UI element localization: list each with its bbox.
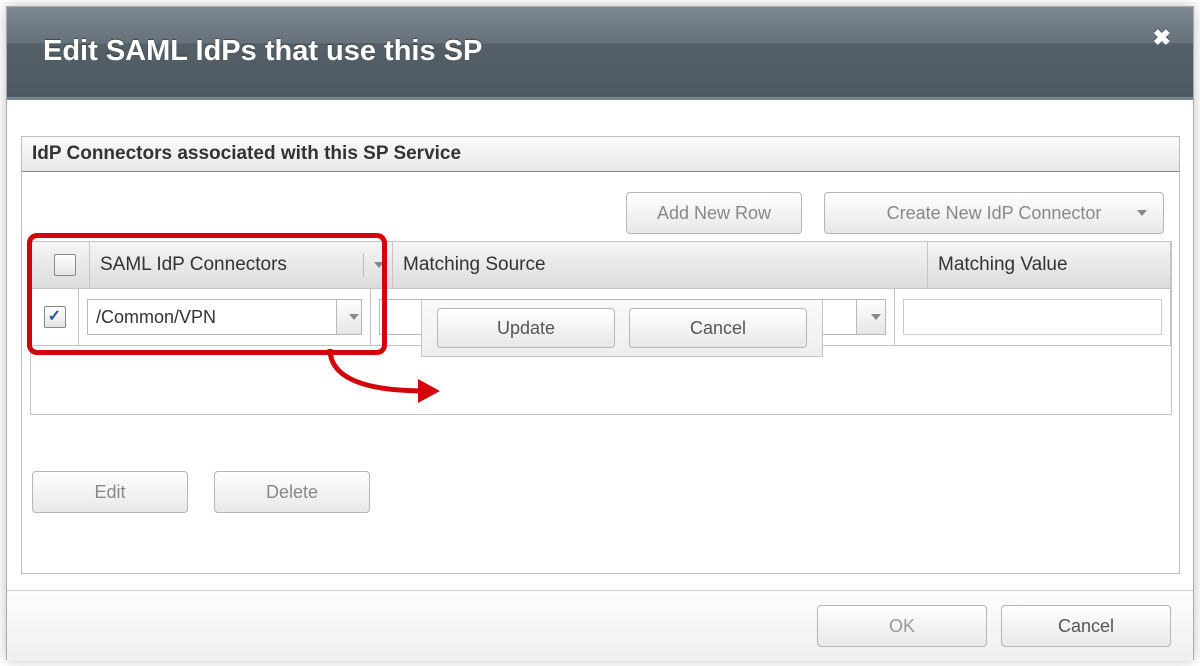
row-cancel-button[interactable]: Cancel [629, 308, 807, 348]
source-dropdown-button[interactable] [856, 300, 885, 334]
add-new-row-button[interactable]: Add New Row [626, 192, 802, 234]
header-col-value-label: Matching Value [938, 254, 1068, 276]
connector-dropdown-button[interactable] [336, 300, 361, 334]
row-checkbox[interactable] [44, 306, 66, 328]
update-button-label: Update [497, 318, 555, 339]
header-col-connectors[interactable]: SAML IdP Connectors [90, 242, 393, 288]
header-col-value[interactable]: Matching Value [928, 242, 1171, 288]
value-input[interactable] [904, 307, 1161, 328]
create-new-idp-connector-button[interactable]: Create New IdP Connector [824, 192, 1164, 234]
connector-input[interactable] [88, 307, 336, 328]
close-icon[interactable]: ✖ [1153, 25, 1171, 51]
dialog-footer: OK Cancel [7, 590, 1193, 661]
toolbar: Add New Row Create New IdP Connector [22, 172, 1179, 240]
row-cancel-button-label: Cancel [690, 318, 746, 339]
row-connector-cell [79, 289, 371, 345]
lower-action-buttons: Edit Delete [32, 471, 370, 513]
dialog-title: Edit SAML IdPs that use this SP [7, 7, 1193, 68]
delete-button-label: Delete [266, 482, 318, 503]
row-checkbox-cell [31, 289, 79, 345]
add-new-row-label: Add New Row [657, 203, 771, 224]
ok-button[interactable]: OK [817, 605, 987, 647]
header-checkbox[interactable] [54, 254, 76, 276]
chevron-down-icon [871, 314, 881, 320]
update-button[interactable]: Update [437, 308, 615, 348]
idp-connector-grid: SAML IdP Connectors Matching Source Matc… [30, 241, 1172, 415]
value-field[interactable] [903, 299, 1162, 335]
section-header: IdP Connectors associated with this SP S… [22, 137, 1179, 172]
edit-button-label: Edit [94, 482, 125, 503]
edit-saml-idp-dialog: Edit SAML IdPs that use this SP ✖ IdP Co… [6, 6, 1194, 660]
titlebar: Edit SAML IdPs that use this SP ✖ [7, 7, 1193, 100]
header-col-source[interactable]: Matching Source [393, 242, 928, 288]
chevron-down-icon [1137, 210, 1147, 216]
cancel-button[interactable]: Cancel [1001, 605, 1171, 647]
chevron-down-icon [349, 314, 359, 320]
create-new-idp-connector-label: Create New IdP Connector [887, 203, 1102, 224]
cancel-button-label: Cancel [1058, 616, 1114, 637]
delete-button[interactable]: Delete [214, 471, 370, 513]
header-checkbox-col[interactable] [31, 242, 90, 288]
row-value-cell [895, 289, 1171, 345]
row-action-bar: Update Cancel [421, 300, 823, 357]
column-menu-icon[interactable] [363, 253, 384, 277]
grid-header: SAML IdP Connectors Matching Source Matc… [31, 242, 1171, 289]
connector-combobox[interactable] [87, 299, 362, 335]
content-area: IdP Connectors associated with this SP S… [7, 100, 1193, 590]
ok-button-label: OK [889, 616, 915, 637]
main-panel: IdP Connectors associated with this SP S… [21, 136, 1180, 574]
header-col-connectors-label: SAML IdP Connectors [100, 254, 287, 276]
edit-button[interactable]: Edit [32, 471, 188, 513]
header-col-source-label: Matching Source [403, 254, 546, 276]
